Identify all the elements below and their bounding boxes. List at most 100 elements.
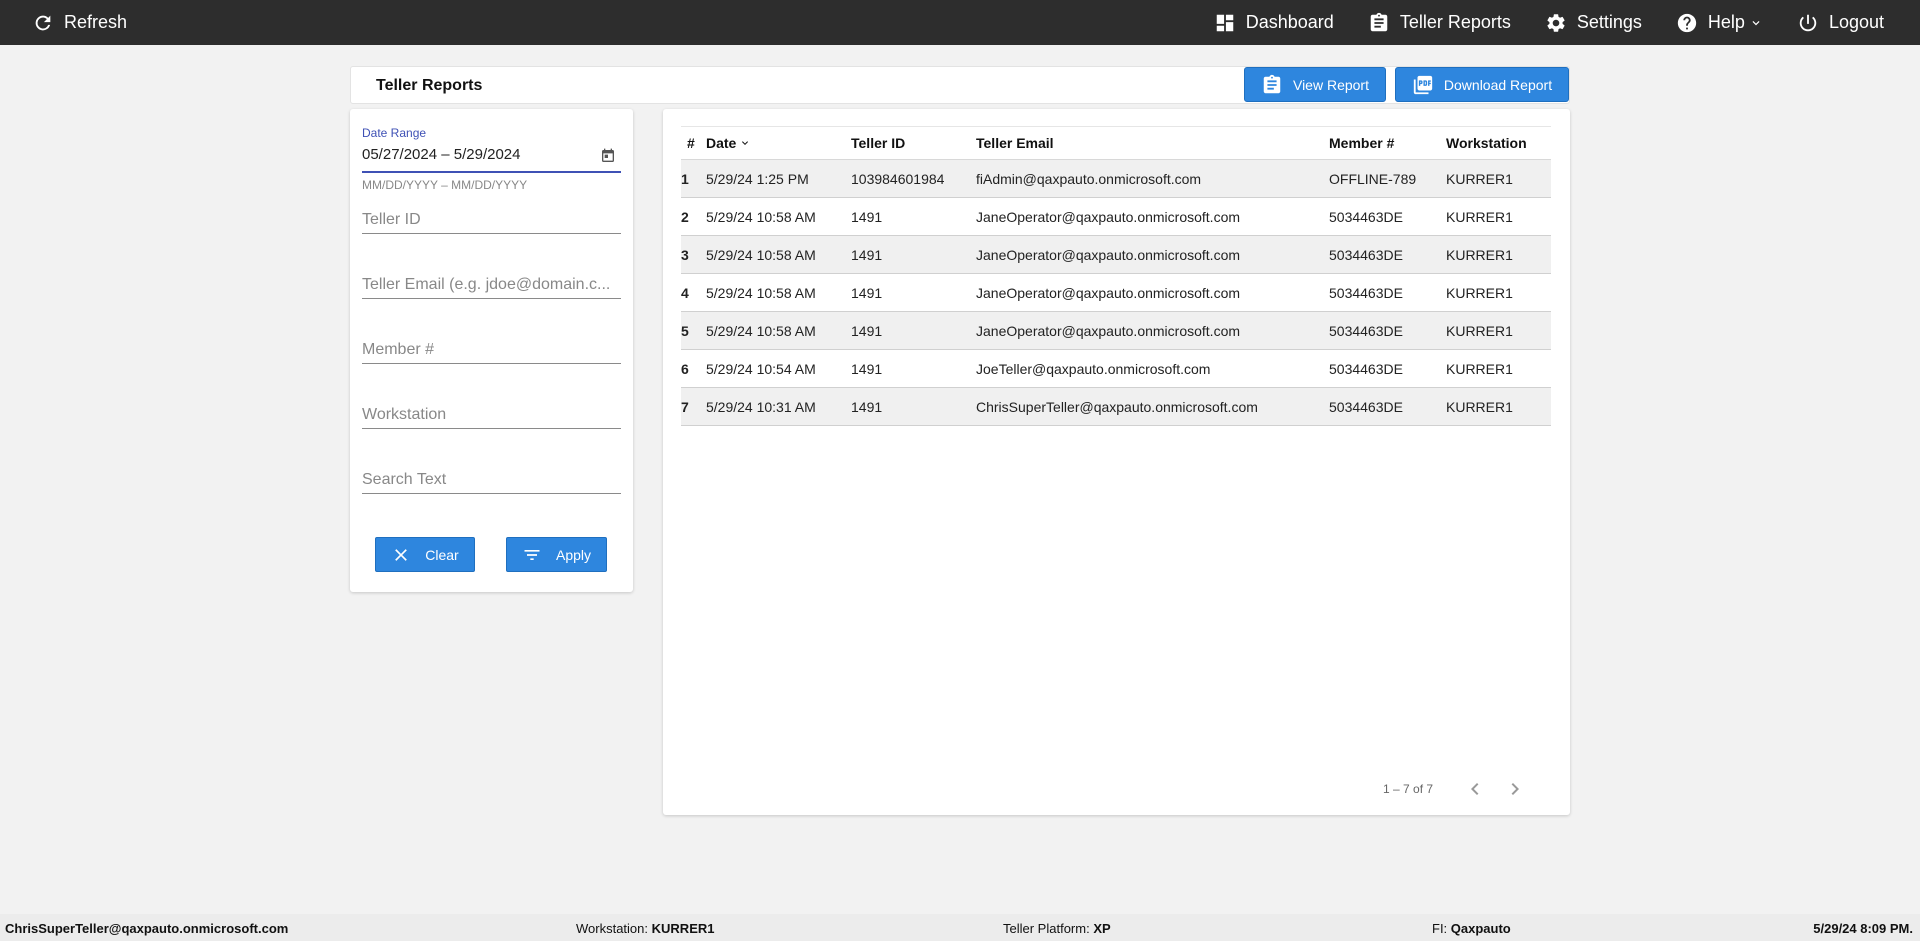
cell-date: 5/29/24 10:31 AM	[706, 387, 851, 426]
footer-fi: FI: Qaxpauto	[1432, 921, 1511, 936]
nav-teller-reports[interactable]: Teller Reports	[1368, 0, 1511, 45]
clipboard-icon	[1370, 12, 1388, 31]
teller-email-input[interactable]	[362, 271, 621, 299]
table-row[interactable]: 5 5/29/24 10:58 AM 1491 JaneOperator@qaxpau…	[681, 311, 1551, 350]
cell-teller-id: 1491	[851, 273, 976, 312]
refresh-button[interactable]: Refresh	[32, 0, 127, 45]
table-row[interactable]: 1 5/29/24 1:25 PM 103984601984 fiAdmin@qaxp…	[681, 159, 1551, 198]
refresh-icon	[35, 15, 51, 30]
footer-platform: Teller Platform: XP	[1003, 921, 1111, 936]
footer-datetime: 5/29/24 8:09 PM.	[1813, 921, 1913, 936]
power-icon	[1799, 14, 1817, 31]
teller-id-input[interactable]	[362, 206, 621, 234]
main-nav: Dashboard Teller Reports Settings Help L…	[1180, 0, 1884, 45]
cell-date: 5/29/24 10:58 AM	[706, 197, 851, 236]
footer-workstation-value: KURRER1	[651, 921, 715, 936]
view-report-label: View Report	[1292, 76, 1369, 93]
cell-workstation: KURRER1	[1446, 159, 1551, 198]
table-body: 1 5/29/24 1:25 PM 103984601984 fiAdmin@qaxp…	[681, 159, 1551, 426]
clear-label: Clear	[425, 546, 459, 563]
col-header-member[interactable]: Member #	[1329, 126, 1446, 160]
status-footer: ChrisSuperTeller@qaxpauto.onmicrosoft.co…	[0, 914, 1920, 941]
col-header-teller-id[interactable]: Teller ID	[851, 126, 976, 160]
filter-panel: Date Range 05/27/2024 – 5/29/2024 MM/DD/…	[350, 109, 633, 592]
cell-member: 5034463DE	[1329, 387, 1446, 426]
cell-teller-id: 103984601984	[851, 159, 976, 198]
cell-date: 5/29/24 10:54 AM	[706, 349, 851, 388]
footer-fi-label: FI:	[1432, 921, 1448, 936]
prev-page-button[interactable]	[1463, 777, 1487, 801]
cell-workstation: KURRER1	[1446, 311, 1551, 350]
top-bar: Refresh Dashboard Teller Reports Setting…	[0, 0, 1920, 45]
cell-member: 5034463DE	[1329, 349, 1446, 388]
nav-teller-reports-label: Teller Reports	[1399, 12, 1511, 32]
chevron-left-icon	[1471, 783, 1479, 795]
download-report-button[interactable]: Download Report	[1395, 67, 1569, 102]
col-header-date[interactable]: Date	[706, 126, 851, 160]
apply-button[interactable]: Apply	[506, 537, 607, 572]
filter-icon	[524, 549, 540, 560]
footer-fi-value: Qaxpauto	[1450, 921, 1511, 936]
cell-teller-id: 1491	[851, 311, 976, 350]
date-range-input[interactable]: 05/27/2024 – 5/29/2024	[362, 146, 520, 163]
date-range-label: Date Range	[362, 126, 427, 140]
cell-teller-email: JaneOperator@qaxpauto.onmicrosoft.com	[976, 235, 1329, 274]
col-header-teller-email[interactable]: Teller Email	[976, 126, 1329, 160]
table-row[interactable]: 7 5/29/24 10:31 AM 1491 ChrisSuperTeller@qa…	[681, 387, 1551, 426]
footer-workstation: Workstation: KURRER1	[576, 921, 714, 936]
cell-number: 4	[681, 273, 706, 312]
nav-settings-label: Settings	[1576, 12, 1642, 32]
nav-dashboard-label: Dashboard	[1245, 12, 1334, 32]
cell-date: 5/29/24 10:58 AM	[706, 273, 851, 312]
cell-number: 6	[681, 349, 706, 388]
member-input[interactable]	[362, 336, 621, 364]
cell-workstation: KURRER1	[1446, 387, 1551, 426]
page-title: Teller Reports	[376, 77, 483, 94]
cell-teller-id: 1491	[851, 235, 976, 274]
cell-number: 7	[681, 387, 706, 426]
cell-workstation: KURRER1	[1446, 349, 1551, 388]
nav-logout-label: Logout	[1828, 12, 1884, 32]
cell-teller-email: ChrisSuperTeller@qaxpauto.onmicrosoft.co…	[976, 387, 1329, 426]
cell-date: 5/29/24 10:58 AM	[706, 311, 851, 350]
sort-chevron-down-icon	[742, 141, 749, 145]
footer-platform-label: Teller Platform:	[1003, 921, 1090, 936]
col-header-workstation[interactable]: Workstation	[1446, 126, 1551, 160]
pdf-icon	[1413, 75, 1433, 94]
footer-workstation-label: Workstation:	[576, 921, 649, 936]
workstation-input[interactable]	[362, 401, 621, 429]
cell-member: 5034463DE	[1329, 311, 1446, 350]
col-header-date-label: Date	[706, 135, 737, 151]
nav-dashboard[interactable]: Dashboard	[1214, 0, 1334, 45]
view-report-button[interactable]: View Report	[1244, 67, 1386, 102]
cell-teller-id: 1491	[851, 197, 976, 236]
nav-settings[interactable]: Settings	[1545, 0, 1642, 45]
nav-logout[interactable]: Logout	[1797, 0, 1884, 45]
table-row[interactable]: 6 5/29/24 10:54 AM 1491 JoeTeller@qaxpauto.…	[681, 349, 1551, 388]
cell-teller-id: 1491	[851, 349, 976, 388]
calendar-icon[interactable]	[600, 148, 616, 164]
search-text-input[interactable]	[362, 466, 621, 494]
apply-label: Apply	[555, 546, 592, 563]
refresh-label: Refresh	[64, 12, 128, 32]
clipboard-icon	[1263, 74, 1281, 93]
table-row[interactable]: 4 5/29/24 10:58 AM 1491 JaneOperator@qaxpau…	[681, 273, 1551, 312]
cell-workstation: KURRER1	[1446, 235, 1551, 274]
nav-help-label: Help	[1707, 12, 1745, 32]
nav-help[interactable]: Help	[1676, 0, 1763, 45]
gear-icon	[1547, 13, 1565, 32]
table-header-row: # Date Teller ID Teller Email Member # W…	[681, 126, 1551, 160]
page-header: Teller Reports View Report Download Repo…	[350, 66, 1570, 104]
footer-user: ChrisSuperTeller@qaxpauto.onmicrosoft.co…	[5, 921, 289, 936]
clear-button[interactable]: Clear	[375, 537, 475, 572]
next-page-button[interactable]	[1503, 777, 1527, 801]
help-icon	[1677, 13, 1697, 32]
cell-teller-email: fiAdmin@qaxpauto.onmicrosoft.com	[976, 159, 1329, 198]
report-table-card: # Date Teller ID Teller Email Member # W…	[663, 109, 1570, 815]
table-row[interactable]: 3 5/29/24 10:58 AM 1491 JaneOperator@qaxpau…	[681, 235, 1551, 274]
cell-number: 5	[681, 311, 706, 350]
pagination-range: 1 – 7 of 7	[1383, 782, 1434, 796]
cell-teller-email: JaneOperator@qaxpauto.onmicrosoft.com	[976, 273, 1329, 312]
table-row[interactable]: 2 5/29/24 10:58 AM 1491 JaneOperator@qaxpau…	[681, 197, 1551, 236]
footer-platform-value: XP	[1093, 921, 1111, 936]
